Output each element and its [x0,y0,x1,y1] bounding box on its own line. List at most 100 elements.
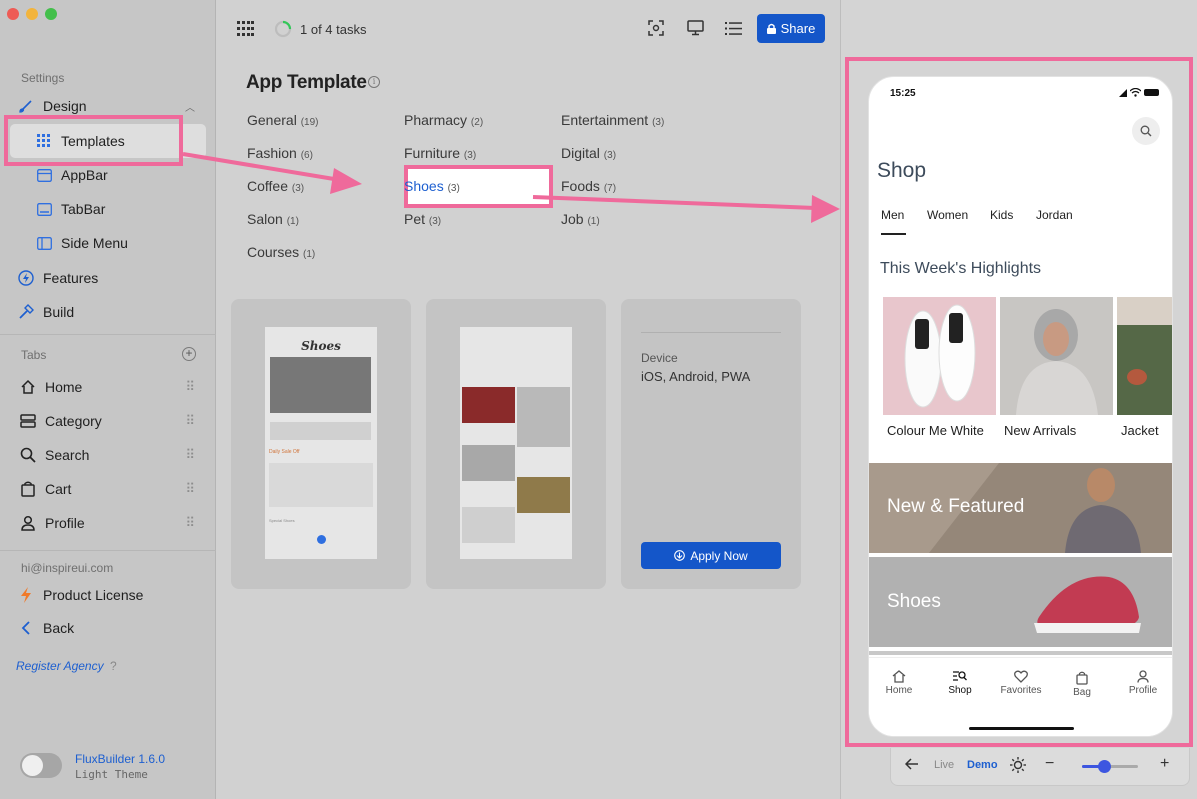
nav-favorites[interactable]: Favorites [991,670,1051,696]
category-foods[interactable]: Foods (7) [561,178,616,194]
chevron-up-icon[interactable]: ︿ [185,99,195,114]
info-icon[interactable]: i [368,76,380,88]
category-fashion[interactable]: Fashion (6) [247,145,313,161]
top-toolbar: 1 of 4 tasks Share [216,0,840,58]
screenshot-icon[interactable] [648,20,664,36]
live-toggle[interactable]: Live [934,759,954,771]
category-salon[interactable]: Salon (1) [247,211,299,227]
signal-icon [1119,89,1127,97]
register-agency-link[interactable]: Register Agency ? [16,659,117,673]
tab-item-cart[interactable]: Cart ⠿ [18,474,199,504]
device-value: iOS, Android, PWA [641,369,751,384]
product-license-link[interactable]: Product License [16,580,199,610]
category-entertainment[interactable]: Entertainment (3) [561,112,664,128]
highlight-card-new-arrivals[interactable] [1000,297,1113,415]
category-furniture[interactable]: Furniture (3) [404,145,476,161]
features-label: Features [43,270,99,286]
list-icon[interactable] [725,22,742,35]
nav-shop-label: Shop [948,685,972,696]
highlight-card-colour-me-white[interactable] [883,297,996,415]
desktop-icon[interactable] [687,20,704,36]
category-name: Pet [404,211,426,227]
nav-bag-label: Bag [1073,687,1091,698]
template-card-shoes-2[interactable] [426,299,606,589]
sidebar-item-tabbar[interactable]: TabBar [34,194,199,224]
template-card-shoes-1[interactable]: Shoes Daily Sale Off Special Shoes [231,299,411,589]
category-digital[interactable]: Digital (3) [561,145,616,161]
category-name: Furniture [404,145,461,161]
zoom-slider[interactable] [1082,760,1138,773]
design-label: Design [43,98,87,114]
banner-new-featured-label: New & Featured [887,496,1025,517]
minimize-window-button[interactable] [26,8,38,20]
register-agency-label: Register Agency [16,659,104,673]
add-tab-icon[interactable]: + [182,347,196,361]
highlight-card-jacket[interactable] [1117,297,1172,415]
zoom-in-button[interactable]: + [1160,755,1169,773]
bolt-icon [16,585,36,605]
template-preview-image [460,327,572,559]
section-tabs-heading: Tabs [21,348,47,362]
tasks-progress-text[interactable]: 1 of 4 tasks [300,22,366,37]
drag-handle-icon[interactable]: ⠿ [185,515,194,531]
category-count: (1) [587,216,600,227]
bolt-circle-icon [16,268,36,288]
shop-tab-jordan[interactable]: Jordan [1036,208,1073,222]
zoom-out-button[interactable]: − [1045,755,1054,773]
arrow-left-icon[interactable] [905,758,919,770]
tab-item-search[interactable]: Search ⠿ [18,440,199,470]
nav-home[interactable]: Home [869,670,929,696]
sun-icon[interactable] [1010,757,1026,773]
category-job[interactable]: Job (1) [561,211,600,227]
sidebar-item-build[interactable]: Build [16,297,199,327]
highlight-label-jacket: Jacket [1121,423,1159,438]
sidebar-item-side-menu[interactable]: Side Menu [34,228,199,258]
drag-handle-icon[interactable]: ⠿ [185,379,194,395]
zoom-window-button[interactable] [45,8,57,20]
template-preview-image: Shoes Daily Sale Off Special Shoes [265,327,377,559]
category-shoes[interactable]: Shoes (3) [404,178,460,194]
nav-profile[interactable]: Profile [1113,670,1172,696]
share-button[interactable]: Share [757,14,825,43]
category-name: Salon [247,211,283,227]
banner-new-featured[interactable]: New & Featured [869,463,1172,553]
shop-tab-kids[interactable]: Kids [990,208,1013,222]
help-icon[interactable]: ? [110,659,117,673]
sidebar-item-features[interactable]: Features [16,263,199,293]
shop-tab-men[interactable]: Men [881,208,904,222]
category-courses[interactable]: Courses (1) [247,244,315,260]
category-coffee[interactable]: Coffee (3) [247,178,304,194]
close-window-button[interactable] [7,8,19,20]
drag-handle-icon[interactable]: ⠿ [185,413,194,429]
category-name: General [247,112,297,128]
category-pet[interactable]: Pet (3) [404,211,441,227]
nav-shop[interactable]: Shop [930,670,990,696]
tab-item-home[interactable]: Home ⠿ [18,372,199,402]
category-pharmacy[interactable]: Pharmacy (2) [404,112,483,128]
category-general[interactable]: General (19) [247,112,319,128]
zoom-slider-knob[interactable] [1098,760,1112,773]
drag-handle-icon[interactable]: ⠿ [185,481,194,497]
template-brand: Shoes [301,339,341,353]
divider [641,332,781,333]
apps-grid-icon[interactable] [237,21,254,36]
brand-strip [270,422,371,440]
heart-icon [991,670,1051,683]
person-icon [18,513,38,533]
shop-search-icon [930,670,990,683]
shop-search-button[interactable] [1132,117,1160,145]
category-count: (3) [428,216,442,227]
banner-shoes[interactable]: Shoes [869,557,1172,647]
shop-tab-women[interactable]: Women [927,208,968,222]
theme-toggle[interactable] [20,753,62,778]
wifi-icon [1130,88,1141,97]
nav-bag[interactable]: Bag [1052,671,1112,698]
category-name: Entertainment [561,112,649,128]
tab-item-category[interactable]: Category ⠿ [18,406,199,436]
drag-handle-icon[interactable]: ⠿ [185,447,194,463]
demo-toggle[interactable]: Demo [967,759,998,771]
tab-item-profile[interactable]: Profile ⠿ [18,508,199,538]
apply-now-button[interactable]: Apply Now [641,542,781,569]
back-link[interactable]: Back [16,613,199,643]
toggle-knob [22,755,43,776]
